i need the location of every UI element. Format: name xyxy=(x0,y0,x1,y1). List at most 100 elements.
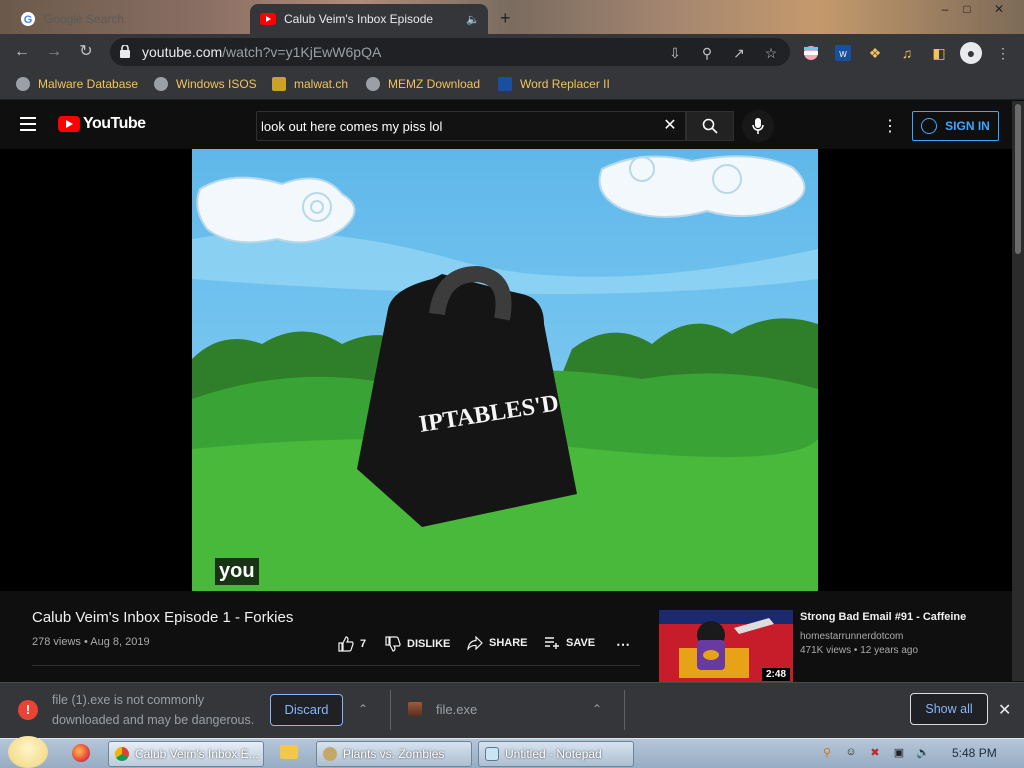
globe-icon xyxy=(366,77,380,91)
video-meta: 278 views • Aug 8, 2019 xyxy=(32,636,150,648)
youtube-wordmark: YouTube xyxy=(83,115,146,132)
globe-icon xyxy=(154,77,168,91)
bookmark-malwatch[interactable]: malwat.ch xyxy=(272,77,348,91)
youtube-logo[interactable]: YouTube xyxy=(58,115,146,133)
thumbs-down-icon xyxy=(385,636,401,652)
download-file-name[interactable]: file.exe xyxy=(436,702,477,717)
youtube-header: YouTube look out here comes my piss lol … xyxy=(0,101,1012,149)
firefox-icon[interactable] xyxy=(72,744,90,762)
extension-flag-icon[interactable] xyxy=(802,44,820,62)
recommendation-views: 471K views xyxy=(800,645,852,656)
scrollbar-thumb[interactable] xyxy=(1015,104,1021,254)
notepad-icon xyxy=(485,747,499,761)
bookmark-label: Malware Database xyxy=(38,77,139,91)
thumbs-up-icon xyxy=(338,636,354,652)
chevron-up-icon[interactable]: ⌃ xyxy=(358,702,368,716)
cloud-left xyxy=(196,176,356,244)
network-error-tray-icon[interactable]: ✖ xyxy=(868,745,882,759)
zoom-icon[interactable]: ⚲ xyxy=(698,44,716,62)
extensions-puzzle-icon[interactable]: ❖ xyxy=(866,44,884,62)
bookmark-label: MEMZ Download xyxy=(388,77,481,91)
taskbar-app-plants-vs-zombies[interactable]: Plants vs. Zombies xyxy=(316,741,472,767)
smiley-tray-icon[interactable]: ☺ xyxy=(844,745,858,759)
bookmark-word-replacer[interactable]: Word Replacer II xyxy=(498,77,610,91)
sign-in-button[interactable]: SIGN IN xyxy=(912,111,999,141)
download-warning-text: file (1).exe is not commonly downloaded … xyxy=(52,693,255,727)
close-window-button[interactable]: ✕ xyxy=(984,0,1014,18)
back-button[interactable]: ← xyxy=(12,42,32,62)
like-button[interactable]: 7 xyxy=(338,636,366,652)
globe-icon xyxy=(16,77,30,91)
side-panel-icon[interactable]: ◧ xyxy=(930,44,948,62)
divider xyxy=(32,665,640,666)
recommendation-duration: 2:48 xyxy=(762,668,791,681)
dislike-button[interactable]: DISLIKE xyxy=(385,636,450,652)
browser-menu-icon[interactable]: ⋮ xyxy=(994,44,1012,62)
maximize-button[interactable]: □ xyxy=(952,0,982,18)
taskbar-app-label: Calub Veim's Inbox E... xyxy=(135,747,259,761)
view-count: 278 views xyxy=(32,636,81,648)
search-input[interactable]: look out here comes my piss lol xyxy=(256,111,686,141)
share-button[interactable]: SHARE xyxy=(467,636,528,650)
share-label: SHARE xyxy=(489,637,528,649)
microphone-icon xyxy=(752,118,764,134)
show-all-button[interactable]: Show all xyxy=(910,693,988,725)
divider xyxy=(390,690,391,730)
clear-search-icon[interactable]: ✕ xyxy=(660,116,680,136)
speaker-icon[interactable]: 🔈 xyxy=(466,13,480,26)
sign-in-label: SIGN IN xyxy=(945,119,990,133)
close-icon[interactable]: ✕ xyxy=(998,700,1011,720)
install-icon[interactable]: ⇩ xyxy=(666,44,684,62)
recommendation-channel[interactable]: homestarrunnerdotcom xyxy=(800,631,903,642)
taskbar-app-label: Untitled - Notepad xyxy=(505,747,602,761)
forward-button[interactable]: → xyxy=(44,42,64,62)
search-icon xyxy=(702,118,718,134)
word-replacer-icon xyxy=(498,77,512,91)
more-actions-icon[interactable]: ⋯ xyxy=(616,636,630,653)
bookmark-malware-database[interactable]: Malware Database xyxy=(16,77,138,91)
bookmark-memz-download[interactable]: MEMZ Download xyxy=(366,77,480,91)
tab-strip: G Google Search Calub Veim's Inbox Episo… xyxy=(0,0,1024,34)
word-replacer-extension-icon[interactable]: W xyxy=(834,44,852,62)
divider xyxy=(624,690,625,730)
youtube-favicon-icon xyxy=(260,11,276,27)
taskbar-app-chrome[interactable]: Calub Veim's Inbox E... xyxy=(108,741,264,767)
new-tab-button[interactable]: + xyxy=(500,8,511,29)
display-tray-icon[interactable]: ▣ xyxy=(892,745,906,759)
profile-avatar-icon[interactable]: ● xyxy=(960,42,982,64)
start-button[interactable] xyxy=(8,736,48,768)
search-button[interactable] xyxy=(686,111,734,141)
recommendation-title[interactable]: Strong Bad Email #91 - Caffeine xyxy=(800,611,966,623)
save-button[interactable]: SAVE xyxy=(544,636,595,650)
more-options-icon[interactable]: ⋮ xyxy=(880,116,900,136)
media-control-icon[interactable]: ♫ xyxy=(898,44,916,62)
like-count: 7 xyxy=(360,638,367,650)
bookmark-label: malwat.ch xyxy=(294,77,349,91)
google-icon: G xyxy=(20,11,36,27)
taskbar-clock[interactable]: 5:48 PM xyxy=(952,746,997,760)
volume-tray-icon[interactable]: 🔈 xyxy=(916,745,930,759)
taskbar-app-notepad[interactable]: Untitled - Notepad xyxy=(478,741,634,767)
chevron-up-icon[interactable]: ⌃ xyxy=(592,702,602,716)
tab-google-search[interactable]: G Google Search xyxy=(8,4,248,34)
malwatch-icon xyxy=(272,77,286,91)
lock-icon[interactable] xyxy=(120,44,130,63)
voice-search-button[interactable] xyxy=(742,110,774,142)
folder-icon[interactable] xyxy=(280,745,298,759)
tab-youtube[interactable]: Calub Veim's Inbox Episode 🔈 xyxy=(250,4,488,34)
share-icon[interactable]: ↗ xyxy=(730,44,748,62)
url-text: youtube.com/watch?v=y1KjEwW6pQA xyxy=(142,44,382,60)
address-bar[interactable]: youtube.com/watch?v=y1KjEwW6pQA xyxy=(110,38,790,66)
tab-title: Google Search xyxy=(44,12,125,26)
bookmark-windows-isos[interactable]: Windows ISOS xyxy=(154,77,257,91)
svg-text:W: W xyxy=(839,50,847,59)
video-player[interactable]: IPTABLES'D xyxy=(192,149,818,591)
discard-button[interactable]: Discard xyxy=(270,694,343,726)
reload-button[interactable]: ↻ xyxy=(76,42,96,62)
bookmark-star-icon[interactable]: ☆ xyxy=(762,44,780,62)
taskbar-app-label: Plants vs. Zombies xyxy=(343,747,445,761)
recommendation-meta: 471K views • 12 years ago xyxy=(800,645,919,656)
search-tray-icon[interactable]: ⚲ xyxy=(820,745,834,759)
file-icon xyxy=(408,702,422,716)
hamburger-menu-icon[interactable] xyxy=(20,117,36,131)
